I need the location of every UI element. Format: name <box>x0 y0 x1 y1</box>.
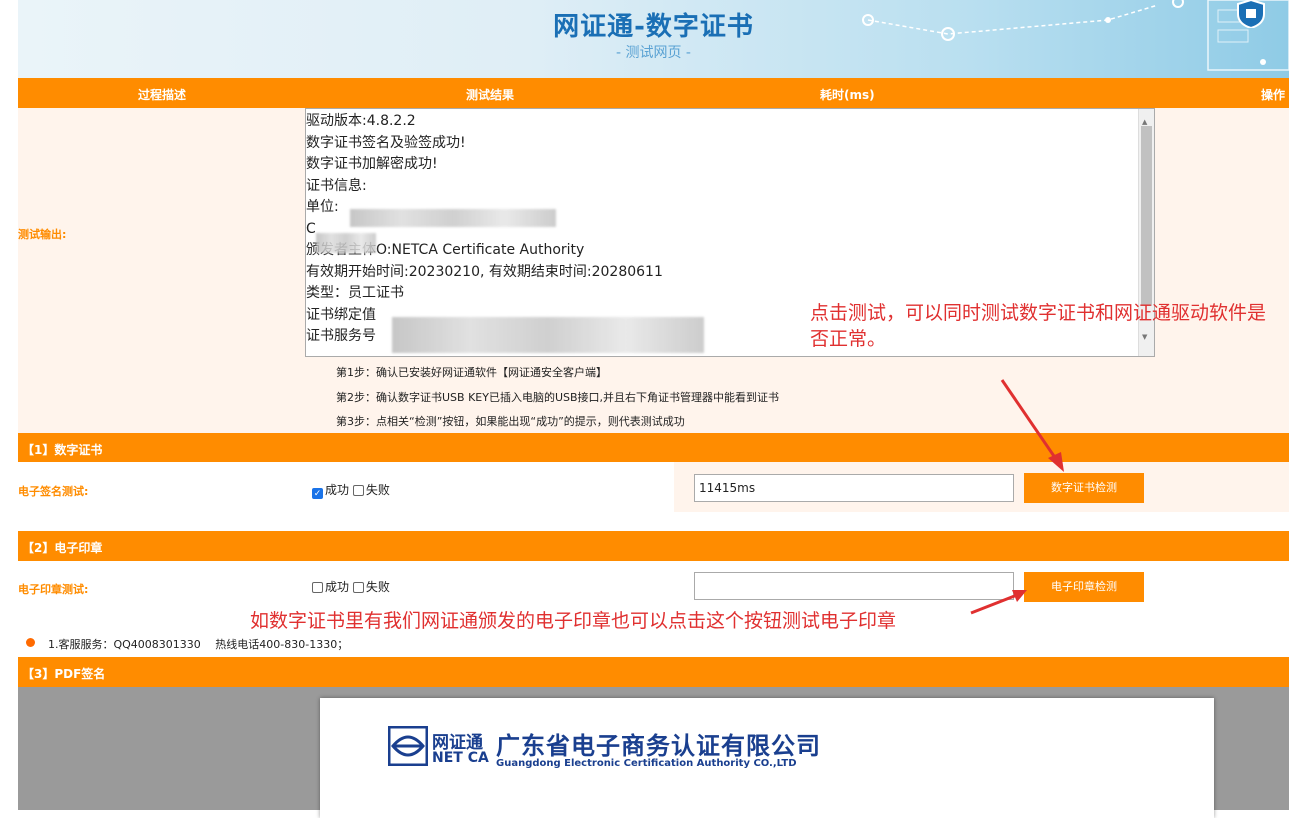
success-checkbox[interactable] <box>312 582 323 593</box>
sign-result-options: ✓ 成功 失败 <box>312 481 390 499</box>
header-action: 操作 <box>1261 88 1286 102</box>
sign-time-field[interactable]: 11415ms <box>694 474 1014 502</box>
fail-label: 失败 <box>365 483 390 497</box>
bullet-icon <box>26 638 35 647</box>
step-1: 第1步：确认已安装好网证通软件【网证通安全客户端】 <box>336 366 607 379</box>
output-line: 证书信息: <box>306 177 367 194</box>
section-pdf-sign: 【3】PDF签名 <box>18 657 1289 687</box>
company-name-en: Guangdong Electronic Certification Autho… <box>496 758 797 769</box>
netca-logo-icon <box>388 726 428 766</box>
step-2: 第2步：确认数字证书USB KEY已插入电脑的USB接口,并且右下角证书管理器中… <box>336 391 780 404</box>
section-title: 【1】数字证书 <box>22 443 103 457</box>
fail-checkbox[interactable] <box>352 582 364 593</box>
logo-en-text: NET CA <box>432 750 489 766</box>
redacted-binding <box>392 317 704 353</box>
banner: 网证通-数字证书 - 测试网页 - <box>18 0 1289 78</box>
service-info: 1.客服服务：QQ4008301330 热线电话400-830-1330； <box>48 638 349 651</box>
header-result: 测试结果 <box>466 88 515 102</box>
seal-result-options: 成功 失败 <box>312 578 390 595</box>
header-process: 过程描述 <box>138 88 187 102</box>
sign-test-label: 电子签名测试: <box>18 485 89 498</box>
annotation-bottom: 如数字证书里有我们网证通颁发的电子印章也可以点击这个按钮测试电子印章 <box>250 610 897 632</box>
page-title: 网证通-数字证书 <box>553 12 754 42</box>
fail-checkbox[interactable] <box>352 485 364 496</box>
output-line: 有效期开始时间:20230210, 有效期结束时间:20280611 <box>306 263 663 280</box>
seal-test-label: 电子印章测试: <box>18 583 89 596</box>
cert-test-button[interactable]: 数字证书检测 <box>1024 473 1144 503</box>
table-header: 过程描述 测试结果 耗时(ms) 操作 <box>18 78 1289 108</box>
annotation-arrow-top <box>1000 379 1064 472</box>
fail-label: 失败 <box>365 580 390 594</box>
section-title: 【3】PDF签名 <box>22 667 106 681</box>
header-time: 耗时(ms) <box>820 88 875 102</box>
page-subtitle: - 测试网页 - <box>615 45 691 61</box>
output-label: 测试输出: <box>18 228 67 241</box>
output-line: 颁发者主体O:NETCA Certificate Authority <box>306 242 585 258</box>
step-3: 第3步：点相关“检测”按钮，如果能出现“成功”的提示，则代表测试成功 <box>336 415 685 428</box>
pdf-page: 网证通 NET CA 广东省电子商务认证有限公司 Guangdong Elect… <box>320 698 1214 818</box>
section-title: 【2】电子印章 <box>22 541 103 555</box>
output-line: 数字证书加解密成功! <box>306 156 438 172</box>
redacted-owner <box>316 233 376 253</box>
annotation-top: 点击测试，可以同时测试数字证书和网证通驱动软件是否正常。 <box>810 302 1267 350</box>
redacted-unit <box>350 209 556 227</box>
success-label: 成功 <box>325 483 350 497</box>
annotation-arrow-bottom <box>970 590 1027 615</box>
success-checkbox[interactable]: ✓ <box>312 488 323 499</box>
section-digital-cert: 【1】数字证书 <box>18 433 1289 462</box>
success-label: 成功 <box>325 580 350 594</box>
section-e-seal: 【2】电子印章 <box>18 531 1289 561</box>
output-line: 驱动版本:4.8.2.2 <box>306 113 416 129</box>
output-line: 数字证书签名及验签成功! <box>306 134 466 151</box>
seal-test-button[interactable]: 电子印章检测 <box>1024 572 1144 602</box>
company-name-cn: 广东省电子商务认证有限公司 <box>496 731 821 760</box>
scrollbar-thumb[interactable] <box>1141 126 1152 306</box>
